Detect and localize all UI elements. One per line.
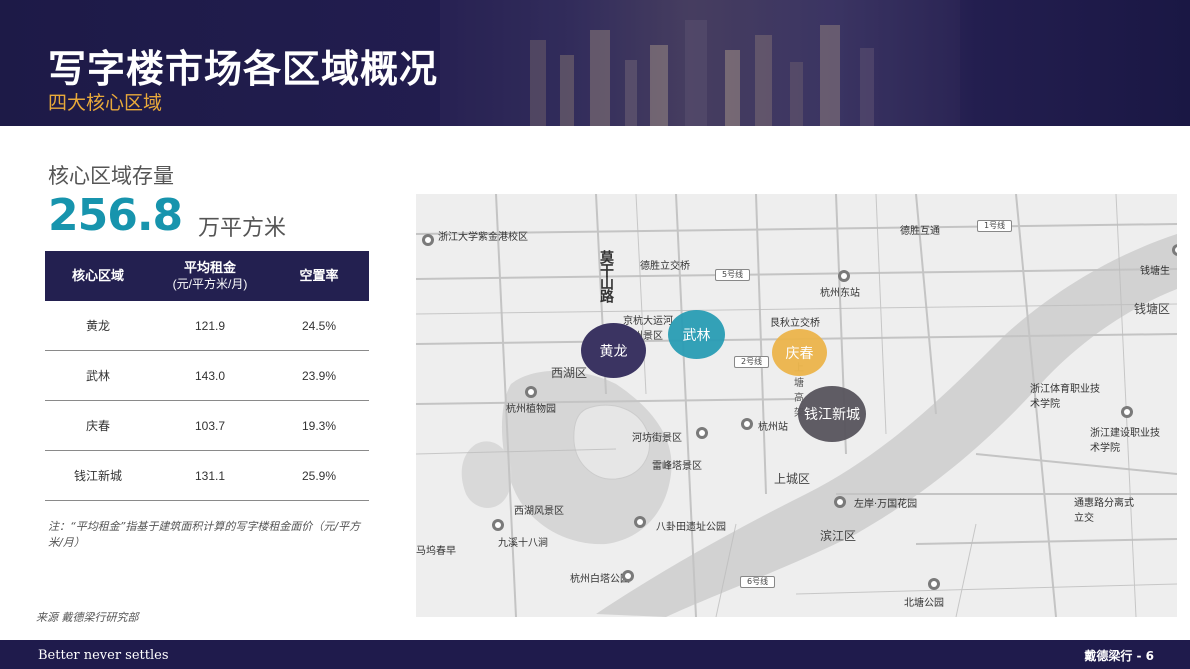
cell-rent: 121.9 — [151, 301, 269, 351]
map-label-bagua: 八卦田遗址公园 — [656, 522, 726, 533]
col-vacancy-header: 空置率 — [269, 251, 369, 301]
map-label-hefang: 河坊街景区 — [632, 433, 682, 444]
map-label-jianshe-college: 浙江建设职业技术学院 — [1090, 428, 1160, 454]
map-label-hangzhouzhan: 杭州站 — [758, 422, 788, 433]
bubble-huanglong[interactable]: 黄龙 — [581, 323, 646, 378]
col-rent-title: 平均租金 — [183, 260, 236, 275]
map-pin-icon — [1172, 244, 1177, 256]
cell-vacancy: 23.9% — [269, 350, 369, 401]
stock-label: 核心区域存量 — [48, 164, 174, 188]
map-label-genqi: 艮秋立交桥 — [770, 318, 820, 329]
stock-unit: 万平方米 — [198, 216, 287, 241]
map-label-shangcheng: 上城区 — [774, 472, 811, 486]
map-label-zuoan: 左岸·万国花园 — [854, 499, 918, 510]
col-rent-header: 平均租金 (元/平方米/月) — [151, 251, 269, 301]
cell-rent: 143.0 — [151, 350, 269, 401]
source-note: 来源 戴德梁行研究部 — [36, 611, 139, 624]
stock-value: 256.8 — [48, 190, 183, 241]
map-pin-icon — [834, 496, 846, 508]
hangzhou-map[interactable]: 浙江大学紫金港校区 德胜互通 1号线 德胜立交桥 5号线 杭州东站 钱塘生 钱塘… — [416, 194, 1177, 617]
map-label-line5: 5号线 — [715, 269, 751, 281]
page-number: 戴德梁行 - 6 — [1084, 649, 1154, 663]
map-label-beitang: 北塘公园 — [904, 598, 944, 609]
rent-footnote: 注：“平均租金”指基于建筑面积计算的写字楼租金面价（元/平方米/月） — [48, 520, 361, 549]
map-label-baita: 杭州白塔公园 — [570, 574, 630, 585]
bubble-wulin[interactable]: 武林 — [668, 310, 725, 359]
page-title: 写字楼市场各区域概况 — [48, 47, 439, 91]
cell-vacancy: 24.5% — [269, 301, 369, 351]
table-row: 武林 143.0 23.9% — [45, 350, 369, 401]
map-label-deshenghutong: 德胜互通 — [900, 226, 940, 237]
footer-bar: Better never settles 戴德梁行 - 6 — [0, 640, 1190, 669]
map-pin-icon — [1121, 406, 1133, 418]
map-label-qiantang: 钱塘生 — [1140, 266, 1170, 277]
map-label-xihufengjing: 西湖风景区 — [514, 506, 564, 517]
page-subtitle: 四大核心区域 — [48, 92, 163, 114]
map-pin-icon — [492, 519, 504, 531]
cell-area: 武林 — [45, 350, 151, 401]
map-label-line6: 6号线 — [740, 576, 776, 588]
cell-area: 黄龙 — [45, 301, 151, 351]
map-label-binjiang: 滨江区 — [820, 529, 857, 543]
map-label-jiuxi: 九溪十八涧 — [498, 538, 548, 549]
cell-rent: 131.1 — [151, 450, 269, 501]
map-pin-icon — [634, 516, 646, 528]
map-label-chunzao: 马坞春早 — [416, 546, 456, 557]
table-row: 黄龙 121.9 24.5% — [45, 301, 369, 351]
core-area-table: 核心区域 平均租金 (元/平方米/月) 空置率 黄龙 121.9 24.5% 武… — [45, 251, 369, 501]
bubble-qianjiang[interactable]: 钱江新城 — [798, 386, 866, 442]
map-pin-icon — [696, 427, 708, 439]
map-label-qiantang-district: 钱塘区 — [1134, 302, 1171, 316]
footer-tagline: Better never settles — [38, 648, 169, 663]
map-label-moganshan: 莫干山路 — [598, 250, 614, 302]
map-label-tonghui: 通惠路分离式立交 — [1074, 498, 1134, 524]
col-rent-unit: (元/平方米/月) — [172, 277, 248, 291]
cell-vacancy: 19.3% — [269, 400, 369, 451]
map-pin-icon — [622, 570, 634, 582]
cell-vacancy: 25.9% — [269, 450, 369, 501]
map-pin-icon — [928, 578, 940, 590]
map-pin-icon — [422, 234, 434, 246]
cell-area: 钱江新城 — [45, 450, 151, 501]
map-label-zhiwuyuan: 杭州植物园 — [506, 404, 556, 415]
table-header-row: 核心区域 平均租金 (元/平方米/月) 空置率 — [45, 251, 369, 301]
header-banner: 写字楼市场各区域概况 四大核心区域 — [0, 0, 1190, 126]
map-label-leifeng: 雷峰塔景区 — [652, 461, 702, 472]
map-label-xihu: 西湖区 — [551, 366, 588, 380]
map-pin-icon — [525, 386, 537, 398]
col-area-header: 核心区域 — [45, 251, 151, 301]
table-row: 庆春 103.7 19.3% — [45, 400, 369, 451]
map-pin-icon — [838, 270, 850, 282]
map-pin-icon — [741, 418, 753, 430]
map-label-deshengli: 德胜立交桥 — [640, 261, 690, 272]
bubble-qingchun[interactable]: 庆春 — [772, 329, 827, 376]
map-label-hangzhoudongzhan: 杭州东站 — [820, 288, 860, 299]
street-crowd-photo — [440, 0, 960, 126]
cell-rent: 103.7 — [151, 400, 269, 451]
map-label-line2: 2号线 — [734, 356, 770, 368]
map-label-line1: 1号线 — [977, 220, 1013, 232]
map-label-zju: 浙江大学紫金港校区 — [438, 232, 528, 243]
table-row: 钱江新城 131.1 25.9% — [45, 450, 369, 501]
map-label-sports-college: 浙江体育职业技术学院 — [1030, 384, 1100, 410]
cell-area: 庆春 — [45, 400, 151, 451]
